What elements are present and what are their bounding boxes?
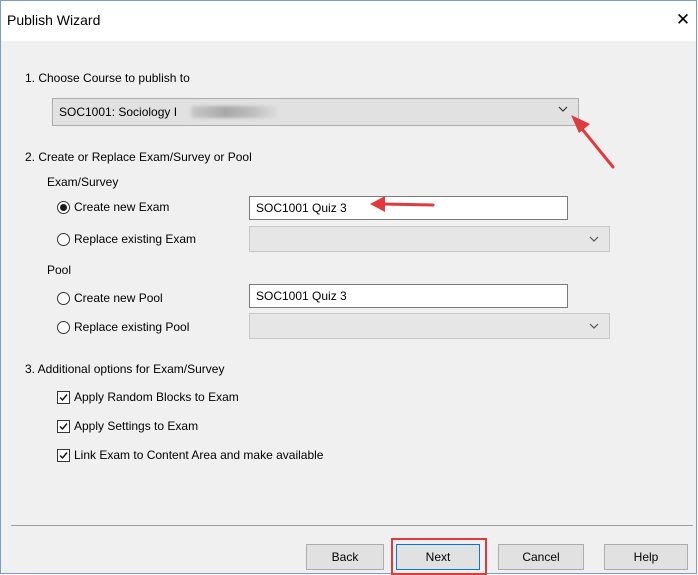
chevron-down-icon <box>558 106 568 112</box>
chevron-down-icon <box>589 236 599 242</box>
create-pool-radio[interactable] <box>57 292 70 305</box>
step2-heading: 2. Create or Replace Exam/Survey or Pool <box>25 150 252 164</box>
option-label[interactable]: Apply Random Blocks to Exam <box>74 390 239 404</box>
option-label[interactable]: Link Exam to Content Area and make avail… <box>74 448 323 462</box>
replace-exam-label[interactable]: Replace existing Exam <box>74 232 196 246</box>
checkmark-icon <box>59 394 68 402</box>
course-select[interactable]: SOC1001: Sociology I <box>52 98 579 126</box>
create-exam-radio[interactable] <box>57 201 70 214</box>
title-bar: Publish Wizard ✕ <box>1 1 696 41</box>
replace-exam-radio[interactable] <box>57 233 70 246</box>
window-title: Publish Wizard <box>7 12 101 28</box>
create-pool-label[interactable]: Create new Pool <box>74 291 163 305</box>
create-exam-label[interactable]: Create new Exam <box>74 200 169 214</box>
checkmark-icon <box>59 452 68 460</box>
cancel-button[interactable]: Cancel <box>498 544 584 570</box>
redacted-course-name <box>191 106 277 118</box>
help-button[interactable]: Help <box>604 544 688 570</box>
pool-name-value: SOC1001 Quiz 3 <box>256 289 347 303</box>
pool-name-input[interactable]: SOC1001 Quiz 3 <box>249 284 568 308</box>
close-icon[interactable]: ✕ <box>670 9 696 33</box>
step3-heading: 3. Additional options for Exam/Survey <box>25 362 225 376</box>
exam-name-value: SOC1001 Quiz 3 <box>256 201 347 215</box>
chevron-down-icon <box>589 323 599 329</box>
checkbox-link-content-area[interactable] <box>57 449 70 462</box>
checkbox-random-blocks[interactable] <box>57 391 70 404</box>
radio-selected-dot <box>60 204 67 211</box>
existing-exam-select[interactable] <box>249 226 610 252</box>
exam-group-label: Exam/Survey <box>47 175 119 189</box>
existing-pool-select[interactable] <box>249 313 610 339</box>
exam-name-input[interactable]: SOC1001 Quiz 3 <box>249 196 568 220</box>
checkmark-icon <box>59 423 68 431</box>
pool-group-label: Pool <box>47 263 72 277</box>
next-button-highlight <box>391 538 487 575</box>
replace-pool-radio[interactable] <box>57 321 70 334</box>
option-label[interactable]: Apply Settings to Exam <box>74 419 198 433</box>
course-select-value: SOC1001: Sociology I <box>59 105 178 119</box>
step1-heading: 1. Choose Course to publish to <box>25 71 190 85</box>
footer-divider <box>11 525 693 526</box>
back-button[interactable]: Back <box>306 544 384 570</box>
publish-wizard-window: Publish Wizard ✕ 1. Choose Course to pub… <box>0 0 697 574</box>
checkbox-apply-settings[interactable] <box>57 420 70 433</box>
replace-pool-label[interactable]: Replace existing Pool <box>74 320 189 334</box>
